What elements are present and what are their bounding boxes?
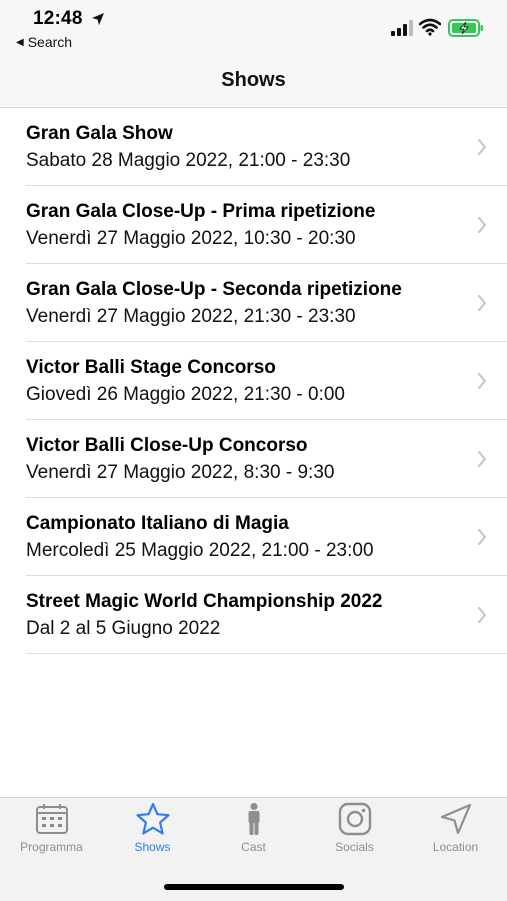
shows-list: Gran Gala Show Sabato 28 Maggio 2022, 21… [0, 108, 507, 798]
tab-label: Programma [20, 840, 83, 854]
wifi-icon [419, 18, 441, 36]
show-date: Venerdì 27 Maggio 2022, 21:30 - 23:30 [26, 306, 356, 327]
status-bar: 12:48 ◀ Search [0, 0, 507, 62]
show-title: Campionato Italiano di Magia [26, 513, 289, 534]
show-date: Giovedì 26 Maggio 2022, 21:30 - 0:00 [26, 384, 346, 405]
show-date: Venerdì 27 Maggio 2022, 8:30 - 9:30 [26, 462, 335, 483]
chevron-right-icon [478, 295, 486, 311]
tab-label: Socials [335, 840, 374, 854]
tab-location[interactable]: Location [405, 802, 506, 866]
show-title: Gran Gala Show [26, 123, 173, 144]
back-to-search-link[interactable]: ◀ Search [16, 34, 72, 50]
navigation-bar: Shows [0, 62, 507, 108]
list-item[interactable]: Gran Gala Close-Up - Seconda ripetizione… [26, 264, 507, 342]
chevron-right-icon [478, 529, 486, 545]
chevron-right-icon [478, 607, 486, 623]
show-title: Victor Balli Stage Concorso [26, 357, 276, 378]
tab-socials[interactable]: Socials [304, 802, 405, 866]
chevron-right-icon [478, 139, 486, 155]
show-title: Gran Gala Close-Up - Prima ripetizione [26, 201, 376, 222]
list-item[interactable]: Gran Gala Show Sabato 28 Maggio 2022, 21… [26, 108, 507, 186]
tab-label: Cast [241, 840, 266, 854]
show-title: Gran Gala Close-Up - Seconda ripetizione [26, 279, 402, 300]
location-arrow-icon [92, 13, 104, 25]
tab-cast[interactable]: Cast [203, 802, 304, 866]
signal-icon [391, 20, 413, 36]
tab-programma[interactable]: Programma [1, 802, 102, 866]
chevron-right-icon [478, 451, 486, 467]
battery-charging-icon [448, 19, 483, 37]
show-date: Dal 2 al 5 Giugno 2022 [26, 618, 221, 639]
tab-label: Shows [134, 840, 171, 854]
star-icon [135, 802, 170, 835]
chevron-right-icon [478, 217, 486, 233]
chevron-right-icon [478, 373, 486, 389]
list-item[interactable]: Gran Gala Close-Up - Prima ripetizione V… [26, 186, 507, 264]
calendar-icon [35, 804, 68, 834]
location-arrow-icon [440, 803, 471, 835]
page-title: Shows [221, 69, 286, 91]
status-time: 12:48 [33, 8, 83, 29]
list-item[interactable]: Victor Balli Close-Up Concorso Venerdì 2… [26, 420, 507, 498]
instagram-icon [338, 802, 371, 836]
list-item[interactable]: Victor Balli Stage Concorso Giovedì 26 M… [26, 342, 507, 420]
show-title: Victor Balli Close-Up Concorso [26, 435, 308, 456]
show-date: Sabato 28 Maggio 2022, 21:00 - 23:30 [26, 150, 351, 171]
tab-shows[interactable]: Shows [102, 802, 203, 866]
tab-label: Location [432, 840, 479, 854]
back-caret-icon: ◀ [16, 36, 24, 48]
back-label: Search [27, 34, 73, 50]
person-icon [248, 803, 259, 835]
show-date: Venerdì 27 Maggio 2022, 10:30 - 20:30 [26, 228, 356, 249]
show-date: Mercoledì 25 Maggio 2022, 21:00 - 23:00 [26, 540, 374, 561]
list-item[interactable]: Campionato Italiano di Magia Mercoledì 2… [26, 498, 507, 576]
show-title: Street Magic World Championship 2022 [26, 591, 383, 612]
home-indicator[interactable] [164, 884, 344, 890]
list-item[interactable]: Street Magic World Championship 2022 Dal… [26, 576, 507, 654]
